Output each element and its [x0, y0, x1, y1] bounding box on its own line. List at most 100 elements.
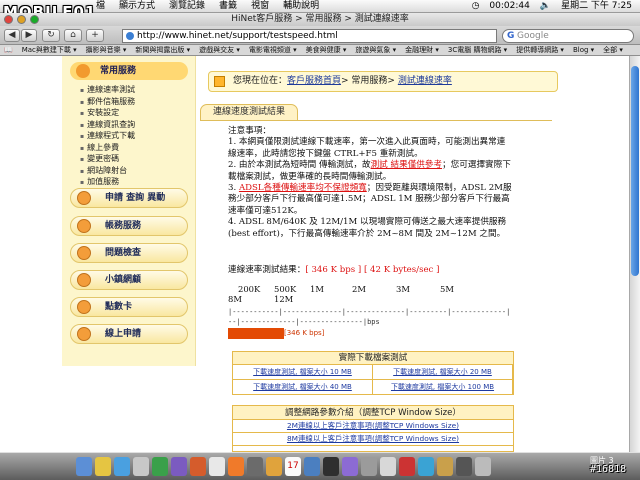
bookmark-item[interactable]: 金融理財 ▾ [405, 45, 439, 55]
town-net-button[interactable]: 小鎮網顧 [70, 270, 188, 290]
window-titlebar: HiNet客戶服務 > 常用服務 > 測試連線速率 [0, 13, 640, 26]
button-label: 帳務服務 [105, 221, 142, 231]
app-icon[interactable] [342, 457, 358, 476]
forward-button[interactable]: ▶ [21, 29, 37, 42]
online-apply-button[interactable]: 線上申請 [70, 324, 188, 344]
menubar-date[interactable]: 星期二 下午 7:25 [561, 0, 632, 13]
address-text: http://www.hinet.net/support/testspeed.h… [137, 31, 338, 41]
breadcrumb-home-link[interactable]: 客戶服務首頁 [287, 76, 341, 86]
ical-icon[interactable]: 17 [285, 457, 301, 476]
check-icon [77, 246, 91, 260]
sidebar-item-connection-info[interactable]: 連線資訊查詢 [80, 120, 135, 132]
main-content: 您現在位在：客戶服務首頁> 常用服務> 測試連線速率 連線速度測試結果 注意事項… [198, 56, 558, 452]
system-preferences-icon[interactable] [361, 457, 377, 476]
scrollbar-thumb[interactable] [631, 66, 639, 276]
sidebar-item-mail[interactable]: 郵件信箱服務 [80, 97, 135, 109]
sidebar-item-value-added[interactable]: 加值服務 [80, 177, 135, 189]
bookmark-item[interactable]: 電影電視頻道 ▾ [249, 45, 297, 55]
bookmark-item[interactable]: 旅遊與氣象 ▾ [355, 45, 396, 55]
bookmark-item[interactable]: 攝影與音樂 ▾ [86, 45, 127, 55]
download-100mb-link[interactable]: 下載速度測試, 檔案大小 100 MB [373, 380, 513, 395]
download-10mb-link[interactable]: 下載速度測試, 檔案大小 10 MB [233, 365, 373, 380]
preview-icon[interactable] [304, 457, 320, 476]
scale-label: 500K [274, 284, 297, 294]
home-button[interactable]: ⌂ [64, 29, 82, 42]
mail-icon[interactable] [133, 457, 149, 476]
breadcrumb-prefix: 您現在位在： [233, 76, 288, 86]
menu-view[interactable]: 顯示方式 [119, 0, 155, 13]
zoom-button[interactable] [30, 15, 39, 24]
add-bookmark-button[interactable]: + [86, 29, 104, 42]
scale-label: 200K [238, 284, 261, 294]
volume-icon[interactable]: 🔈 [540, 0, 551, 13]
dock-icons: 17 [76, 457, 491, 476]
bookmarks-menu-icon[interactable]: 📖 [4, 45, 13, 55]
safari-icon[interactable] [114, 457, 130, 476]
button-label: 問題檢查 [105, 248, 142, 258]
card-icon [77, 300, 91, 314]
sidebar-item-speed-test[interactable]: 連線速率測試 [80, 85, 135, 97]
bookmark-item[interactable]: Blog ▾ [573, 45, 594, 55]
minimize-button[interactable] [17, 15, 26, 24]
window-controls [4, 15, 39, 24]
vertical-scrollbar[interactable] [629, 56, 640, 452]
sidebar-item-setup[interactable]: 安裝設定 [80, 108, 135, 120]
app-icon[interactable] [380, 457, 396, 476]
apply-query-button[interactable]: 申請 查詢 異動 [70, 188, 188, 208]
bookmark-item[interactable]: Mac與數建下載 ▾ [22, 45, 77, 55]
itunes-icon[interactable] [171, 457, 187, 476]
reload-button[interactable]: ↻ [42, 29, 60, 42]
sidebar-item-billing[interactable]: 線上參費 [80, 143, 135, 155]
menu-bookmarks[interactable]: 書籤 [219, 0, 237, 13]
bookmark-item[interactable]: 遊戲與交友 ▾ [199, 45, 240, 55]
note-3-highlight: ADSL各種傳輸速率均不保證頻寬 [238, 183, 367, 194]
ichat-icon[interactable] [152, 457, 168, 476]
breadcrumb: 您現在位在：客戶服務首頁> 常用服務> 測試連線速率 [208, 71, 558, 92]
tcp-2m-link[interactable]: 2M連線以上客戶注意事項(調整TCP Windows Size) [233, 420, 513, 433]
bookmark-item[interactable]: 提供轉導網路 ▾ [516, 45, 564, 55]
download-test-box: 實際下載檔案測試 下載速度測試, 檔案大小 10 MB 下載速度測試, 檔案大小… [232, 351, 514, 395]
search-input[interactable]: G Google [502, 29, 634, 43]
download-40mb-link[interactable]: 下載速度測試, 檔案大小 40 MB [233, 380, 373, 395]
app-icon[interactable] [418, 457, 434, 476]
app-icon[interactable] [437, 457, 453, 476]
web-page: 常用服務 連線速率測試 郵件信箱服務 安裝設定 連線資訊查詢 連線程式下載 線上… [0, 56, 640, 452]
finder-icon[interactable] [76, 457, 92, 476]
home-icon [214, 76, 225, 87]
scale-label: 2M [352, 284, 366, 294]
note-2: 2. 由於本測試為短時間 傳輸測試，故測試 結果僅供參考；您可選擇實際下載檔案測… [228, 160, 512, 183]
sidebar-item-troubleshoot[interactable]: 網站障射台 [80, 166, 135, 178]
imovie-icon[interactable] [247, 457, 263, 476]
address-book-icon[interactable] [209, 457, 225, 476]
sidebar-item-password[interactable]: 變更密碼 [80, 154, 135, 166]
bookmark-item[interactable]: 新聞與揭露出版 ▾ [135, 45, 190, 55]
menu-item[interactable]: 檔 [96, 0, 105, 13]
back-button[interactable]: ◀ [4, 29, 20, 42]
tcp-8m-link[interactable]: 8M連線以上客戶注意事項(調整TCP Windows Size) [233, 433, 513, 446]
service-icon [76, 64, 90, 78]
menu-window[interactable]: 視窗 [251, 0, 269, 13]
account-service-button[interactable]: 帳務服務 [70, 216, 188, 236]
app-icon[interactable] [399, 457, 415, 476]
sidebar-item-download[interactable]: 連線程式下載 [80, 131, 135, 143]
address-bar[interactable]: http://www.hinet.net/support/testspeed.h… [122, 29, 497, 43]
bookmark-item[interactable]: 美食與健康 ▾ [306, 45, 347, 55]
bookmark-item[interactable]: 全部 ▾ [603, 45, 623, 55]
menu-help[interactable]: 輔助說明 [283, 0, 319, 13]
close-button[interactable] [4, 15, 13, 24]
point-card-button[interactable]: 點數卡 [70, 297, 188, 317]
firefox-icon[interactable] [228, 457, 244, 476]
breadcrumb-current-link[interactable]: 測試連線速率 [398, 76, 452, 86]
button-label: 點數卡 [105, 302, 133, 312]
menu-history[interactable]: 瀏覽記錄 [169, 0, 205, 13]
terminal-icon[interactable] [323, 457, 339, 476]
download-20mb-link[interactable]: 下載速度測試, 檔案大小 20 MB [373, 365, 513, 380]
garageband-icon[interactable] [266, 457, 282, 476]
menu-list: 檔 顯示方式 瀏覽記錄 書籤 視窗 輔助說明 [96, 0, 319, 13]
bookmark-item[interactable]: 3C電腦 購物網路 ▾ [448, 45, 507, 55]
dashboard-icon[interactable] [95, 457, 111, 476]
problem-check-button[interactable]: 問題檢查 [70, 243, 188, 263]
photo-icon[interactable] [190, 457, 206, 476]
app-icon[interactable] [456, 457, 472, 476]
trash-icon[interactable] [475, 457, 491, 476]
